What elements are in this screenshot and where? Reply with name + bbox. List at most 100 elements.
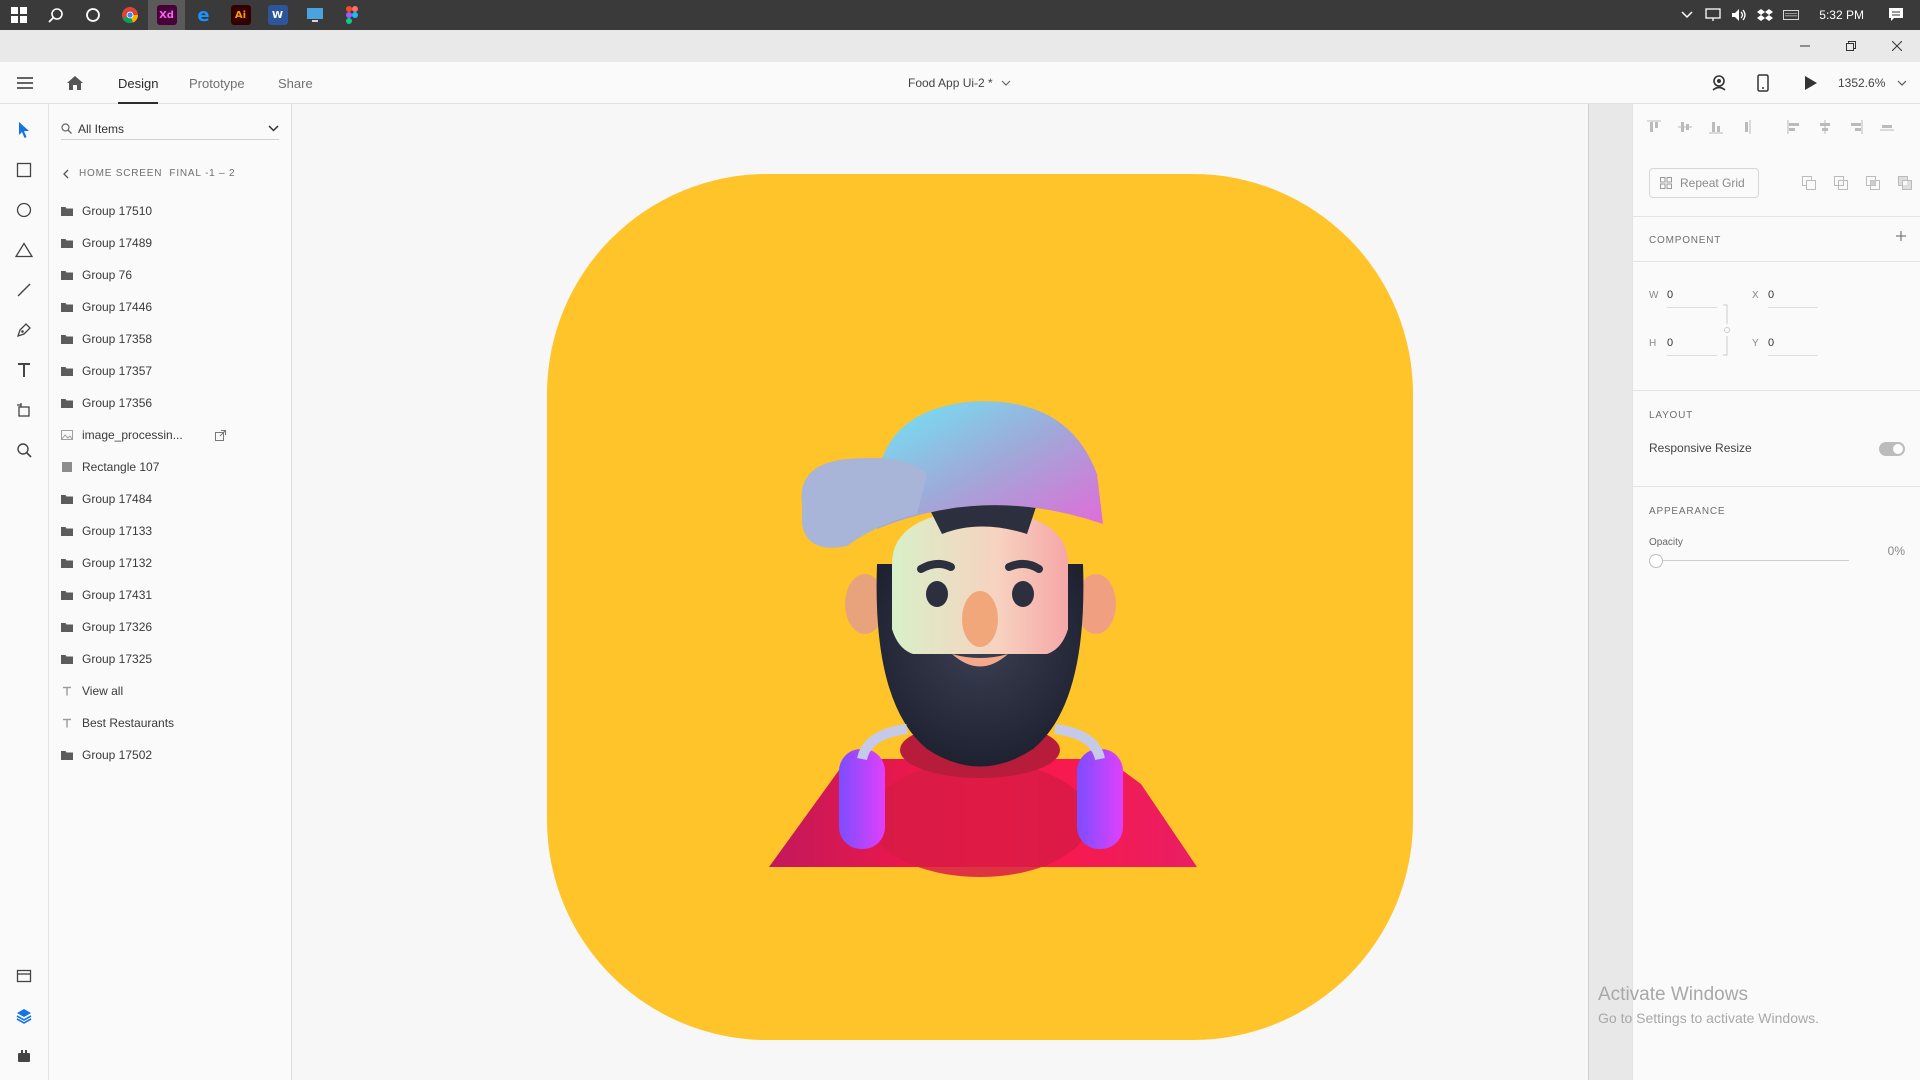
boolean-add-icon[interactable] — [1801, 175, 1817, 191]
align-bottom-icon[interactable] — [1707, 118, 1725, 136]
repeat-grid-button[interactable]: Repeat Grid — [1649, 168, 1759, 198]
windows-start-icon[interactable] — [0, 0, 37, 30]
minimize-icon[interactable] — [1788, 30, 1822, 62]
height-input[interactable]: 0 — [1667, 337, 1717, 356]
layer-row[interactable]: Group 17446 — [61, 295, 281, 319]
lock-aspect-icon[interactable] — [1723, 304, 1731, 356]
document-assets-icon[interactable] — [12, 964, 36, 988]
notifications-icon[interactable] — [1888, 7, 1904, 23]
document-title-dropdown[interactable]: Food App Ui-2 * — [908, 62, 1011, 104]
adobe-xd-icon[interactable]: Xd — [148, 0, 185, 30]
layer-filter-dropdown[interactable]: All Items — [61, 118, 279, 140]
layer-row[interactable]: Group 17510 — [61, 199, 281, 223]
home-icon[interactable] — [66, 62, 84, 104]
opacity-value-input[interactable]: 0% — [1871, 544, 1905, 558]
select-tool-icon[interactable] — [12, 118, 36, 142]
x-input[interactable]: 0 — [1768, 289, 1818, 308]
chevron-left-icon[interactable] — [63, 169, 69, 179]
play-preview-icon[interactable] — [1804, 62, 1818, 104]
layer-row[interactable]: Group 17431 — [61, 583, 281, 607]
figma-icon[interactable] — [333, 0, 370, 30]
plugins-icon[interactable] — [12, 1044, 36, 1068]
layers-icon[interactable] — [12, 1004, 36, 1028]
width-input[interactable]: 0 — [1667, 289, 1717, 308]
zoom-dropdown[interactable]: 1352.6% — [1838, 62, 1907, 104]
chrome-icon[interactable] — [111, 0, 148, 30]
restore-icon[interactable] — [1834, 30, 1868, 62]
boolean-intersect-icon[interactable] — [1865, 175, 1881, 191]
taskbar-search-icon[interactable] — [37, 0, 74, 30]
layer-row[interactable]: Group 17502 — [61, 743, 281, 767]
ellipse-tool-icon[interactable] — [12, 198, 36, 222]
design-canvas[interactable] — [292, 104, 1588, 1080]
distribute-horizontal-icon[interactable] — [1878, 118, 1896, 136]
responsive-resize-toggle[interactable] — [1879, 442, 1905, 456]
close-icon[interactable] — [1880, 30, 1914, 62]
align-left-icon[interactable] — [1785, 118, 1803, 136]
repeat-grid-label: Repeat Grid — [1680, 176, 1745, 190]
hamburger-menu-icon[interactable] — [16, 62, 34, 104]
rectangle-tool-icon[interactable] — [12, 158, 36, 182]
line-tool-icon[interactable] — [12, 278, 36, 302]
layer-row[interactable]: Group 17357 — [61, 359, 281, 383]
opacity-slider-track[interactable] — [1657, 560, 1849, 561]
canvas-scroll-gutter — [1588, 104, 1632, 1080]
tab-share[interactable]: Share — [278, 62, 313, 104]
layer-row[interactable]: Best Restaurants — [61, 711, 281, 735]
zoom-tool-icon[interactable] — [12, 438, 36, 462]
pen-tool-icon[interactable] — [12, 318, 36, 342]
network-icon[interactable] — [1705, 7, 1721, 23]
layer-row[interactable]: Group 17326 — [61, 615, 281, 639]
layer-row[interactable]: Rectangle 107 — [61, 455, 281, 479]
y-input[interactable]: 0 — [1768, 337, 1818, 356]
layer-row[interactable]: Group 76 — [61, 263, 281, 287]
volume-icon[interactable] — [1731, 7, 1747, 23]
align-middle-icon[interactable] — [1676, 118, 1694, 136]
boolean-subtract-icon[interactable] — [1833, 175, 1849, 191]
text-tool-icon[interactable] — [12, 358, 36, 382]
adobe-illustrator-icon[interactable]: Ai — [222, 0, 259, 30]
layer-row[interactable]: Group 17484 — [61, 487, 281, 511]
artboard[interactable] — [547, 174, 1413, 1040]
chevron-up-icon[interactable] — [1679, 7, 1695, 23]
share-for-review-icon[interactable] — [1710, 62, 1728, 104]
polygon-tool-icon[interactable] — [12, 238, 36, 262]
artboard-tool-icon[interactable] — [12, 398, 36, 422]
opacity-slider-handle[interactable] — [1649, 554, 1663, 568]
dropbox-icon[interactable] — [1757, 7, 1774, 23]
taskbar-clock[interactable]: 5:32 PM — [1819, 8, 1864, 22]
layer-row[interactable]: Group 17356 — [61, 391, 281, 415]
layer-label: Rectangle 107 — [82, 460, 160, 474]
add-component-icon[interactable] — [1895, 230, 1907, 242]
system-tray: 5:32 PM — [1679, 0, 1920, 30]
layer-row[interactable]: image_processin... — [61, 423, 281, 447]
tab-prototype[interactable]: Prototype — [189, 62, 245, 104]
layer-row[interactable]: Group 17132 — [61, 551, 281, 575]
layer-row[interactable]: Group 17133 — [61, 519, 281, 543]
folder-icon — [61, 365, 73, 377]
layer-row[interactable]: View all — [61, 679, 281, 703]
edge-icon[interactable]: e — [185, 0, 222, 30]
desktop-app-icon[interactable] — [296, 0, 333, 30]
artboard-breadcrumb[interactable]: HOME SCREEN FINAL -1 – 2 — [63, 168, 235, 179]
folder-icon — [61, 205, 73, 217]
device-preview-icon[interactable] — [1757, 62, 1769, 104]
align-right-icon[interactable] — [1847, 118, 1865, 136]
app-header: Design Prototype Share Food App Ui-2 * 1… — [0, 62, 1920, 104]
layer-row[interactable]: Group 17358 — [61, 327, 281, 351]
activate-windows-watermark: Activate Windows Go to Settings to activ… — [1598, 984, 1819, 1026]
align-center-icon[interactable] — [1816, 118, 1834, 136]
align-top-icon[interactable] — [1645, 118, 1663, 136]
layer-row[interactable]: Group 17489 — [61, 231, 281, 255]
external-link-icon[interactable] — [214, 429, 226, 441]
layer-row[interactable]: Group 17325 — [61, 647, 281, 671]
distribute-vertical-icon[interactable] — [1738, 118, 1756, 136]
word-icon[interactable]: W — [259, 0, 296, 30]
keyboard-icon[interactable] — [1783, 7, 1800, 23]
layer-label: Group 17132 — [82, 556, 153, 570]
cortana-icon[interactable] — [74, 0, 111, 30]
boolean-exclude-icon[interactable] — [1897, 175, 1913, 191]
divider — [1633, 486, 1920, 487]
layer-label: Group 17133 — [82, 524, 153, 538]
tab-design[interactable]: Design — [118, 62, 159, 104]
